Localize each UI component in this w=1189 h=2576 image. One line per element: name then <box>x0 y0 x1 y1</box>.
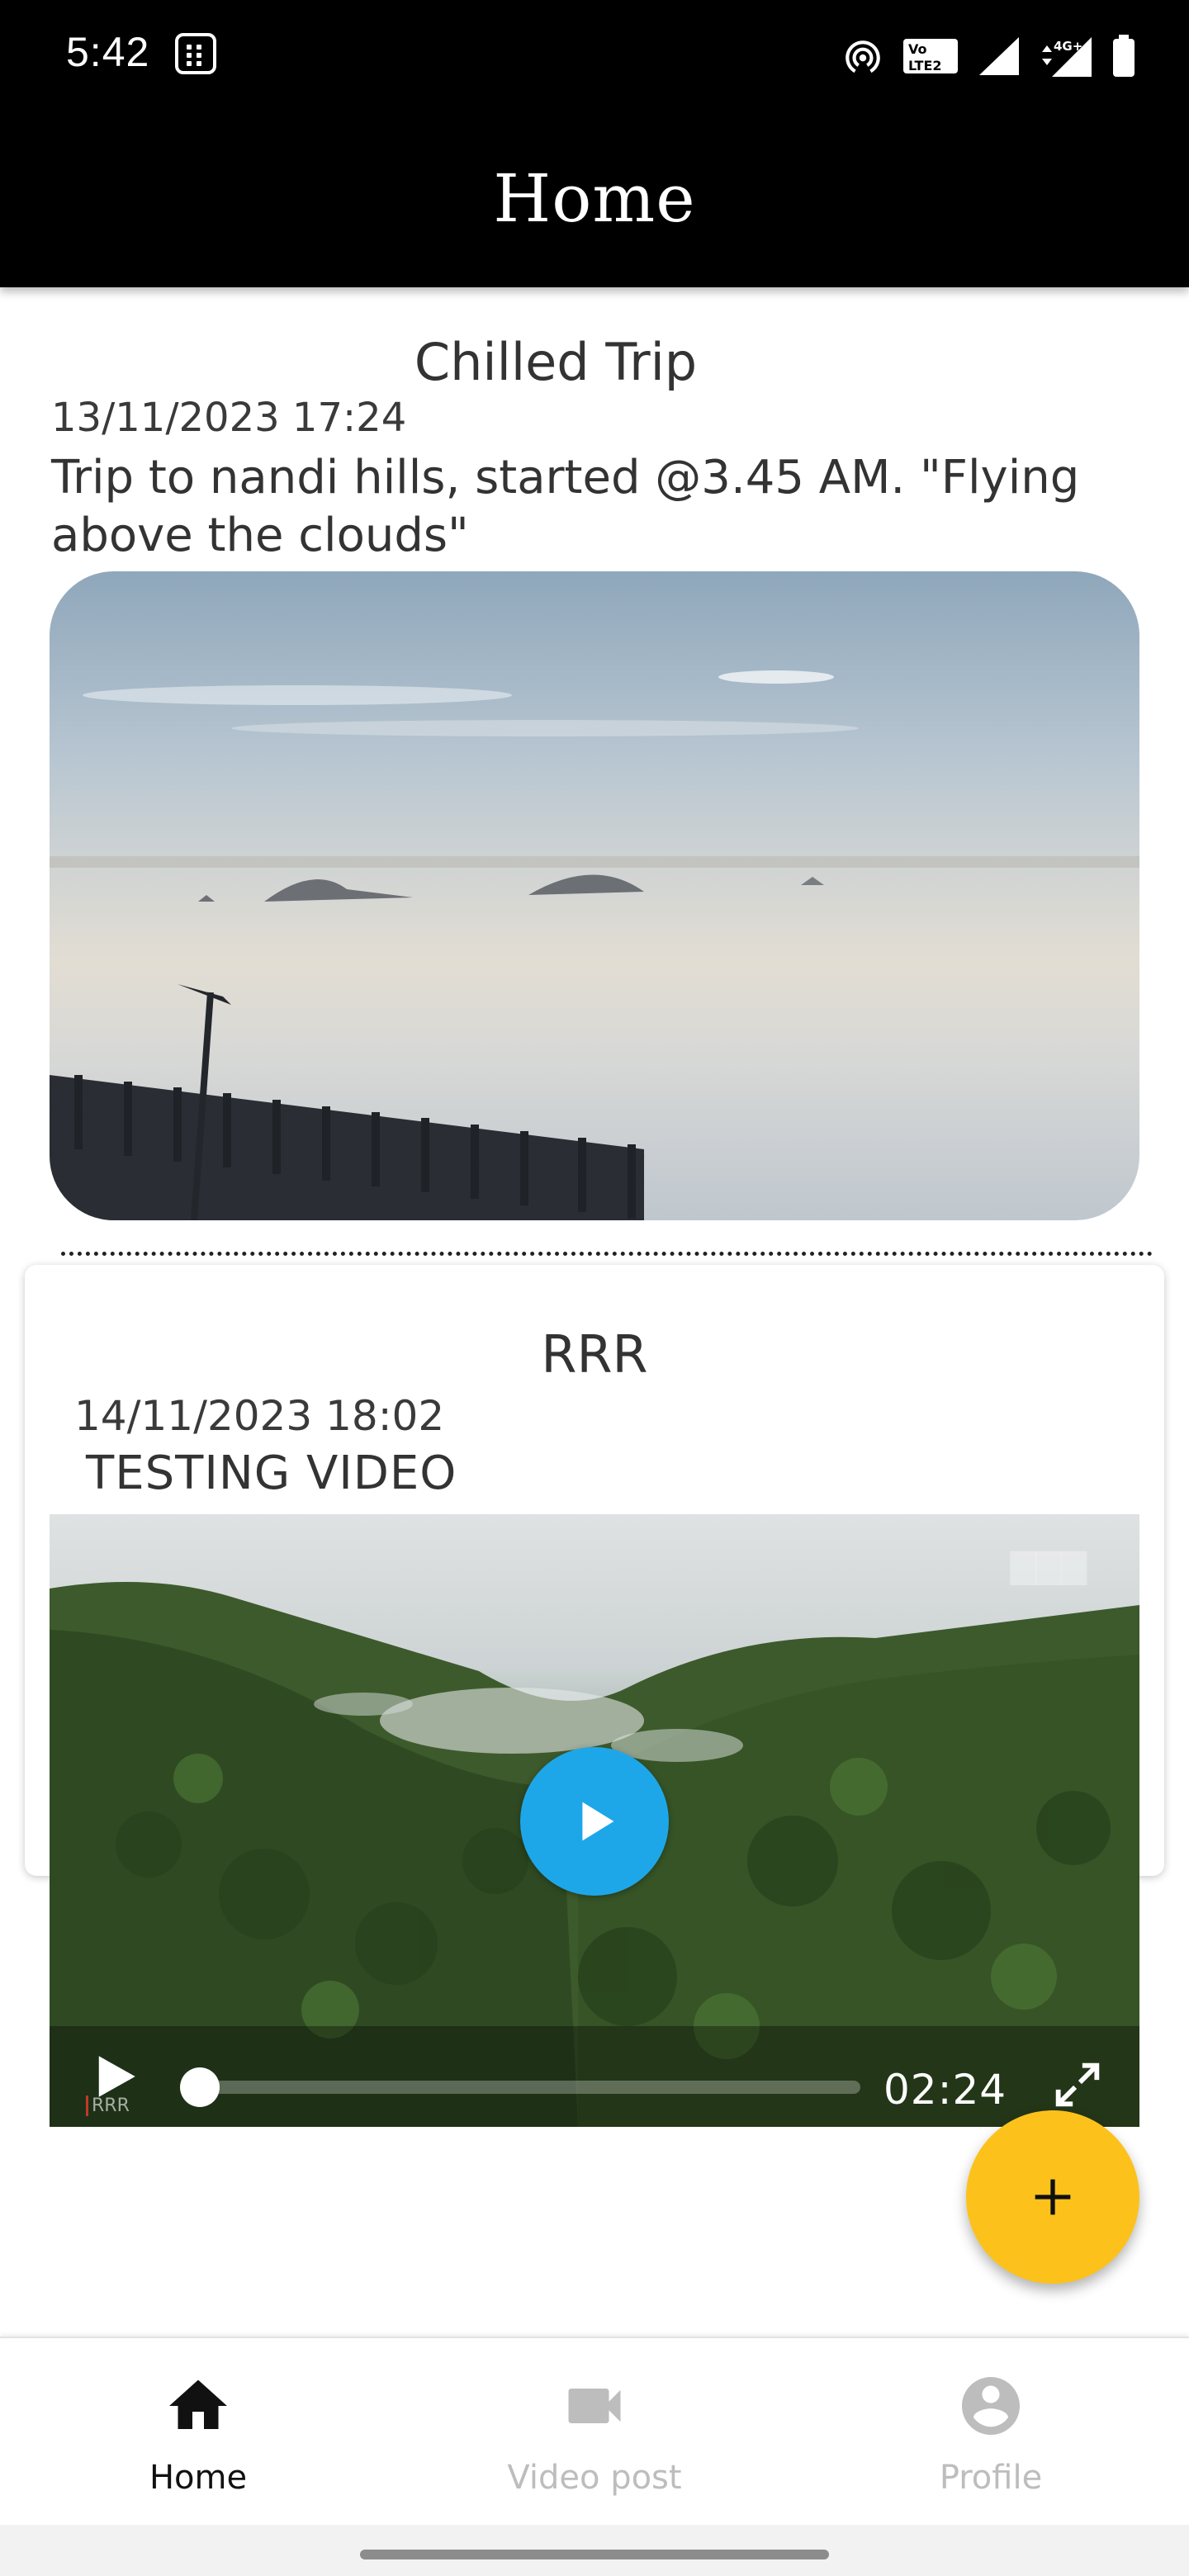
nav-label-home: Home <box>149 2459 248 2497</box>
videocam-icon <box>568 2389 621 2423</box>
video-duration: 02:24 <box>883 2066 1007 2114</box>
video-watermark-icon: ▇▇▇ <box>1010 1547 1087 1585</box>
divider <box>61 1252 1153 1256</box>
gesture-area <box>0 2525 1189 2576</box>
post-description: Trip to nandi hills, started @3.45 AM. "… <box>51 451 1080 562</box>
bottom-navigation: Home Video post Profile <box>0 2337 1189 2525</box>
signal-4g-icon: 4G+ <box>1039 34 1093 78</box>
app-notification-icon <box>175 33 216 74</box>
nav-item-video-post[interactable]: Video post <box>396 2338 793 2526</box>
fullscreen-icon[interactable] <box>1049 2056 1106 2117</box>
volte-icon: Vo LTE2 <box>902 36 959 77</box>
nav-label-profile: Profile <box>939 2459 1043 2497</box>
svg-text:4G+: 4G+ <box>1054 39 1082 54</box>
video-progress-thumb[interactable] <box>180 2067 220 2107</box>
post-image[interactable] <box>50 571 1139 1220</box>
post-title: RRR <box>541 1324 648 1385</box>
nav-item-profile[interactable]: Profile <box>793 2338 1189 2526</box>
home-icon <box>169 2379 227 2429</box>
video-progress-bar[interactable] <box>180 2067 860 2107</box>
video-player[interactable]: ▇▇▇ RRR 02:24 <box>50 1514 1139 2127</box>
add-post-button[interactable] <box>966 2110 1139 2284</box>
hotspot-icon <box>842 36 883 77</box>
gesture-handle[interactable] <box>360 2550 829 2559</box>
video-controls: RRR 02:24 <box>50 2028 1139 2127</box>
nav-item-home[interactable]: Home <box>0 2338 396 2526</box>
status-bar: 5:42 Vo LTE2 4G+ <box>0 0 1189 112</box>
center-play-button[interactable] <box>520 1747 669 1896</box>
post-title: Chilled Trip <box>414 332 698 392</box>
nav-label-video-post: Video post <box>507 2459 682 2497</box>
post-date: 14/11/2023 18:02 <box>74 1392 445 1440</box>
account-circle-icon <box>962 2377 1020 2435</box>
battery-icon <box>1111 35 1136 78</box>
app-bar: Home <box>0 112 1189 287</box>
page-title: Home <box>493 160 696 237</box>
video-watermark: RRR <box>86 2095 130 2116</box>
signal-icon <box>978 36 1021 77</box>
svg-text:Vo: Vo <box>908 41 927 57</box>
svg-text:LTE2: LTE2 <box>908 58 942 73</box>
post-description: TESTING VIDEO <box>86 1447 457 1500</box>
status-time: 5:42 <box>66 29 150 75</box>
plus-icon <box>1035 2179 1071 2215</box>
post-date: 13/11/2023 17:24 <box>51 395 407 441</box>
